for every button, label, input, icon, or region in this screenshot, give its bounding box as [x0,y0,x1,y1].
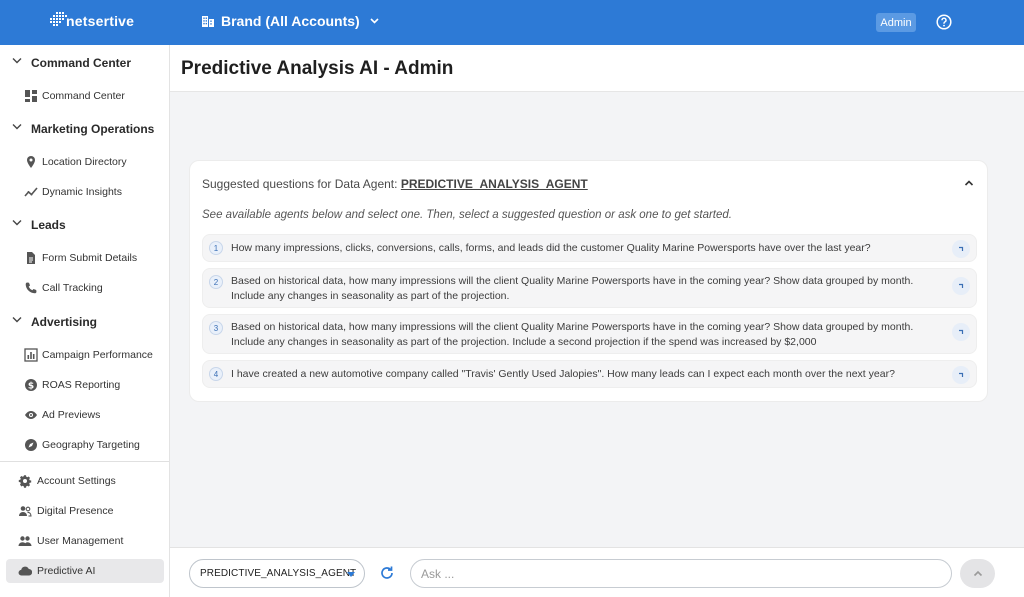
refresh-icon[interactable] [379,565,395,581]
question-text: Based on historical data, how many impre… [231,275,914,302]
sidebar-item-call-tracking[interactable]: Call Tracking [0,276,170,300]
question-number: 2 [209,275,223,289]
use-question-button[interactable] [952,323,970,341]
svg-text:$: $ [28,381,34,391]
page-header: Predictive Analysis AI - Admin [170,45,1024,92]
suggested-question-4[interactable]: 4 I have created a new automotive compan… [202,360,977,388]
arrow-corner-icon [959,329,964,334]
arrow-corner-icon [959,246,964,251]
sidebar-item-label: Predictive AI [37,565,96,577]
sidebar-item-label: Account Settings [37,475,116,487]
chevron-down-icon [370,18,379,24]
section-leads[interactable]: Leads [0,212,170,238]
agent-select[interactable]: PREDICTIVE_ANALYSIS_AGENT [189,559,365,588]
section-label: Command Center [31,56,132,70]
phone-icon [25,282,37,294]
cloud-icon [18,566,32,576]
sidebar-item-campaign-performance[interactable]: Campaign Performance [0,343,170,367]
question-number: 1 [209,241,223,255]
suggestions-subtitle: See available agents below and select on… [202,209,732,221]
people-icon [19,506,32,517]
group-icon [18,536,32,546]
sidebar-item-label: Call Tracking [42,282,103,294]
help-icon[interactable] [936,14,952,30]
send-button[interactable] [960,559,995,588]
sidebar-item-label: Form Submit Details [42,252,138,264]
arrow-corner-icon [959,283,964,288]
section-advertising[interactable]: Advertising [0,309,170,335]
brand-label: Brand (All Accounts) [221,13,360,29]
use-question-button[interactable] [952,277,970,295]
agent-select-value: PREDICTIVE_ANALYSIS_AGENT [200,568,357,579]
suggested-question-2[interactable]: 2 Based on historical data, how many imp… [202,268,977,308]
sidebar-item-user-management[interactable]: User Management [6,529,164,553]
arrow-corner-icon [959,372,964,377]
building-icon [202,15,214,27]
section-label: Leads [31,218,66,232]
agent-name-link[interactable]: PREDICTIVE_ANALYSIS_AGENT [401,177,588,191]
chevron-up-icon [973,570,982,577]
sidebar-item-predictive-ai[interactable]: Predictive AI [6,559,164,583]
suggested-question-3[interactable]: 3 Based on historical data, how many imp… [202,314,977,354]
suggestions-card: Suggested questions for Data Agent: PRED… [189,160,988,402]
sidebar-divider [0,461,169,462]
sidebar-item-label: Ad Previews [42,409,101,421]
logo-text: netsertive [66,13,135,29]
dollar-icon: $ [25,379,37,391]
logo[interactable]: netsertive [48,12,135,29]
question-text: How many impressions, clicks, conversion… [231,242,871,254]
sidebar-item-label: User Management [37,535,124,547]
ask-input[interactable] [410,559,952,588]
sidebar: Command Center Command Center Marketing … [0,45,170,597]
sidebar-item-label: Geography Targeting [42,439,140,451]
sidebar-item-command-center[interactable]: Command Center [0,84,170,108]
sidebar-item-ad-previews[interactable]: Ad Previews [0,403,170,427]
use-question-button[interactable] [952,240,970,258]
sidebar-item-label: Digital Presence [37,505,114,517]
sidebar-item-form-submit-details[interactable]: Form Submit Details [0,246,170,270]
sidebar-item-label: ROAS Reporting [42,379,121,391]
admin-badge[interactable]: Admin [876,13,916,32]
sidebar-item-roas-reporting[interactable]: $ ROAS Reporting [0,373,170,397]
brand-selector[interactable]: Brand (All Accounts) [201,13,379,29]
question-text: I have created a new automotive company … [231,368,895,380]
gear-icon [18,475,32,488]
sidebar-item-label: Campaign Performance [42,349,153,361]
location-pin-icon [27,156,35,168]
caret-down-icon [347,572,355,577]
section-label: Marketing Operations [31,122,155,136]
bar-chart-icon [24,348,38,362]
use-question-button[interactable] [952,366,970,384]
sidebar-item-label: Command Center [42,90,125,102]
document-icon [27,252,35,264]
dashboard-icon [25,90,37,102]
sidebar-item-label: Dynamic Insights [42,186,122,198]
section-command-center[interactable]: Command Center [0,50,170,76]
page-title: Predictive Analysis AI - Admin [181,58,454,79]
chat-bar: PREDICTIVE_ANALYSIS_AGENT [170,547,1024,597]
question-number: 4 [209,367,223,381]
question-text: Based on historical data, how many impre… [231,321,914,348]
chevron-up-icon[interactable] [964,179,974,187]
sidebar-item-location-directory[interactable]: Location Directory [0,150,170,174]
suggestions-heading-prefix: Suggested questions for Data Agent: [202,177,401,191]
section-label: Advertising [31,315,98,329]
suggestions-heading: Suggested questions for Data Agent: PRED… [202,177,588,191]
chevron-down-icon [12,124,22,130]
sidebar-item-dynamic-insights[interactable]: Dynamic Insights [0,180,170,204]
sidebar-item-label: Location Directory [42,156,127,168]
chevron-down-icon [12,220,22,226]
chevron-down-icon [12,58,22,64]
suggested-question-1[interactable]: 1 How many impressions, clicks, conversi… [202,234,977,262]
sidebar-item-geography-targeting[interactable]: Geography Targeting [0,433,170,457]
sidebar-item-digital-presence[interactable]: Digital Presence [6,499,164,523]
question-number: 3 [209,321,223,335]
section-marketing-operations[interactable]: Marketing Operations [0,116,170,142]
chevron-down-icon [12,317,22,323]
sidebar-item-account-settings[interactable]: Account Settings [6,469,164,493]
eye-icon [25,411,37,419]
top-bar: netsertive Brand (All Accounts) Admin [0,0,1024,45]
compass-icon [25,439,37,451]
trend-line-icon [24,187,38,197]
